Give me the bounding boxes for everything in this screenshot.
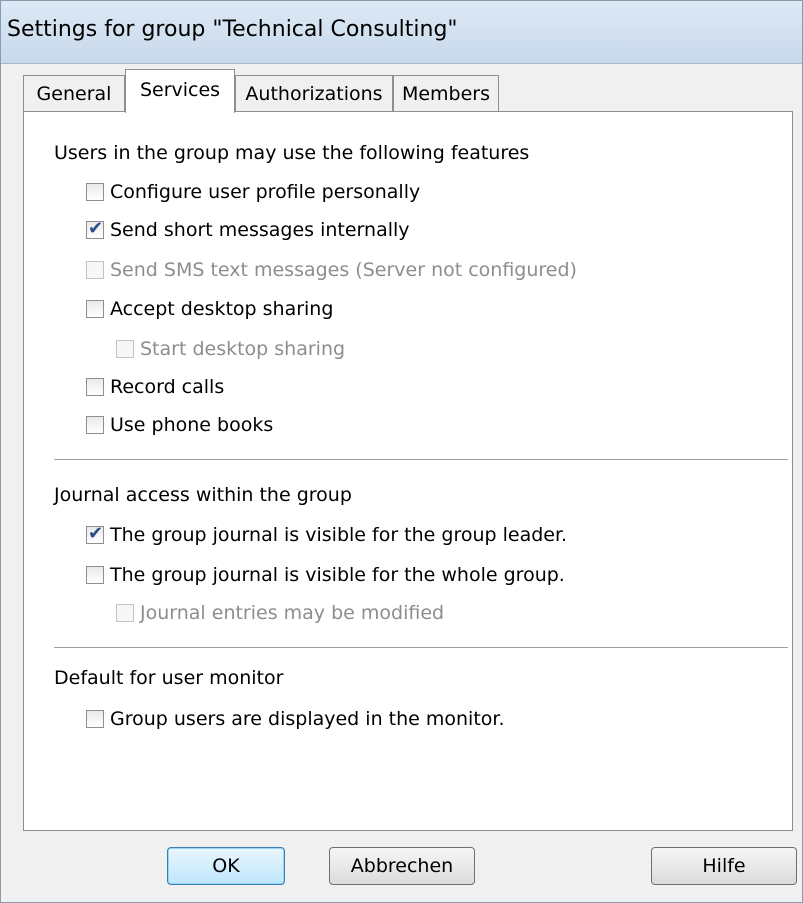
- cancel-button[interactable]: Abbrechen: [329, 847, 475, 885]
- tab-authorizations[interactable]: Authorizations: [235, 75, 393, 111]
- checkbox-box[interactable]: [86, 416, 104, 434]
- checkbox-label: The group journal is visible for the gro…: [110, 524, 568, 546]
- checkbox-box[interactable]: [86, 566, 104, 584]
- tab-general[interactable]: General: [23, 75, 125, 111]
- checkbox-configure-profile[interactable]: Configure user profile personally: [86, 180, 420, 204]
- monitor-heading: Default for user monitor: [54, 667, 284, 689]
- section-divider: [54, 459, 788, 461]
- journal-heading: Journal access within the group: [54, 484, 352, 506]
- checkbox-box[interactable]: [86, 300, 104, 318]
- checkbox-box: [116, 340, 134, 358]
- checkbox-send-sms: Send SMS text messages (Server not confi…: [86, 258, 577, 282]
- check-mark-icon: ✔: [88, 523, 104, 544]
- settings-dialog: Settings for group "Technical Consulting…: [0, 0, 803, 903]
- checkbox-label: Journal entries may be modified: [140, 602, 445, 624]
- checkbox-label: Use phone books: [110, 414, 274, 436]
- checkbox-users-in-monitor[interactable]: Group users are displayed in the monitor…: [86, 707, 505, 731]
- checkbox-box[interactable]: ✔: [86, 218, 104, 239]
- ok-button[interactable]: OK: [167, 847, 285, 885]
- checkbox-label: The group journal is visible for the who…: [110, 564, 565, 586]
- tab-services[interactable]: Services: [125, 69, 235, 113]
- checkbox-label: Accept desktop sharing: [110, 298, 334, 320]
- tab-members[interactable]: Members: [393, 75, 499, 111]
- checkbox-box[interactable]: [86, 183, 104, 201]
- checkbox-label: Configure user profile personally: [110, 181, 421, 203]
- features-heading: Users in the group may use the following…: [54, 142, 530, 164]
- checkbox-journal-modified: Journal entries may be modified: [116, 601, 444, 625]
- checkbox-label: Send SMS text messages (Server not confi…: [110, 259, 577, 281]
- checkbox-box: [86, 261, 104, 279]
- check-mark-icon: ✔: [88, 218, 104, 239]
- checkbox-send-short-messages[interactable]: ✔ Send short messages internally: [86, 218, 410, 242]
- section-divider: [54, 647, 788, 649]
- checkbox-label: Record calls: [110, 376, 225, 398]
- checkbox-journal-group-leader[interactable]: ✔ The group journal is visible for the g…: [86, 523, 567, 547]
- window-title: Settings for group "Technical Consulting…: [7, 17, 458, 42]
- checkbox-label: Send short messages internally: [110, 219, 410, 241]
- checkbox-label: Start desktop sharing: [140, 338, 346, 360]
- checkbox-accept-desktop-sharing[interactable]: Accept desktop sharing: [86, 297, 333, 321]
- checkbox-box[interactable]: [86, 378, 104, 396]
- services-panel: Users in the group may use the following…: [23, 111, 793, 831]
- checkbox-label: Group users are displayed in the monitor…: [110, 708, 505, 730]
- checkbox-box[interactable]: [86, 710, 104, 728]
- checkbox-journal-whole-group[interactable]: The group journal is visible for the who…: [86, 563, 565, 587]
- checkbox-use-phone-books[interactable]: Use phone books: [86, 413, 273, 437]
- checkbox-record-calls[interactable]: Record calls: [86, 375, 224, 399]
- checkbox-box[interactable]: ✔: [86, 523, 104, 544]
- title-bar[interactable]: Settings for group "Technical Consulting…: [1, 1, 802, 64]
- checkbox-start-desktop-sharing: Start desktop sharing: [116, 337, 345, 361]
- help-button[interactable]: Hilfe: [651, 847, 797, 885]
- checkbox-box: [116, 604, 134, 622]
